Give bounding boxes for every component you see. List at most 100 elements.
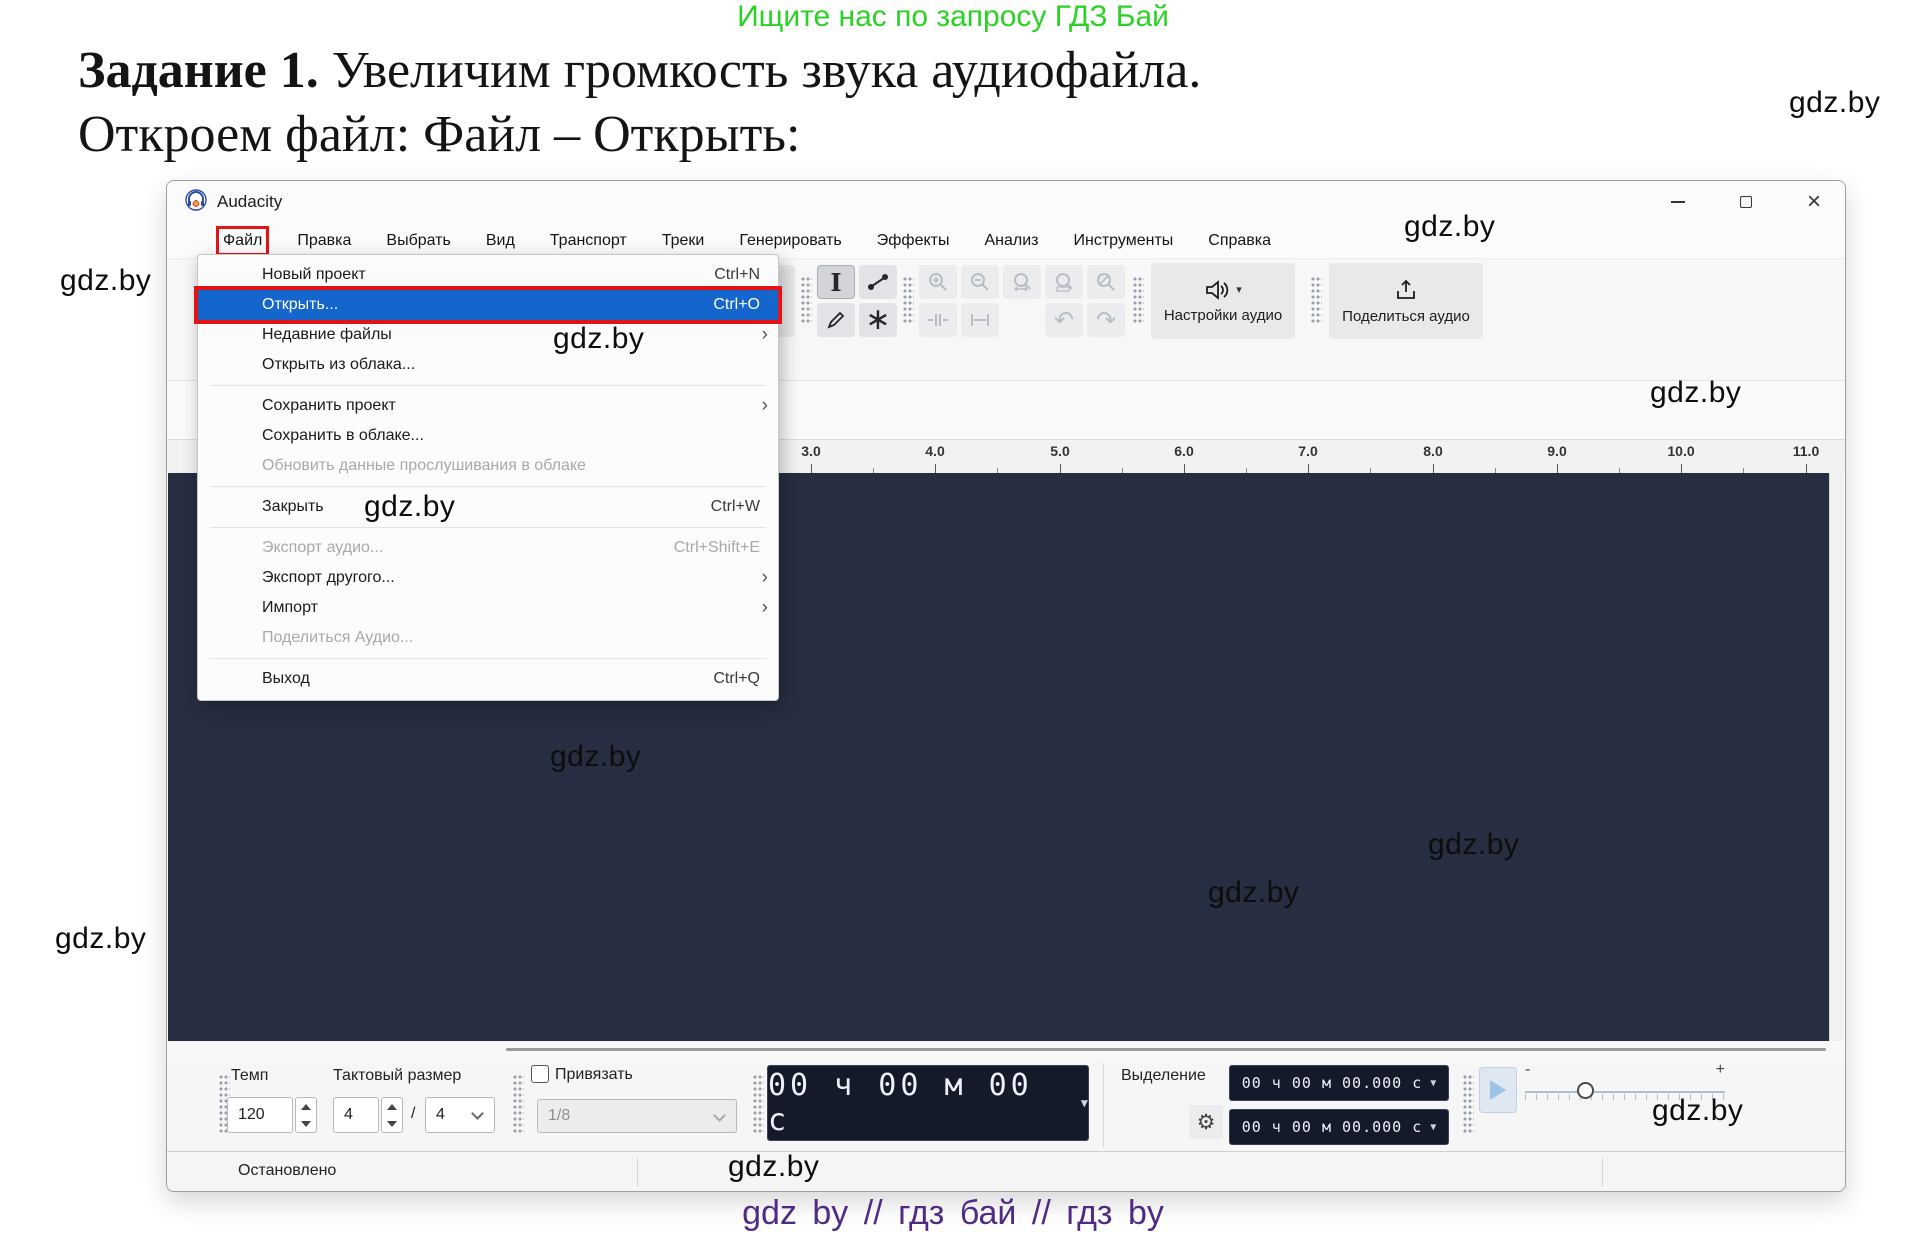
watermark-gdzby: gdz.by [1428, 828, 1519, 862]
menu-file[interactable]: Файл [219, 229, 266, 253]
dropdown-icon: ▼ [1430, 1122, 1436, 1133]
time-display[interactable]: 00 ч 00 м 00 с ▼ [767, 1065, 1089, 1141]
menu-item-new-project[interactable]: Новый проектCtrl+N [198, 260, 778, 290]
toolbar-grip[interactable] [1133, 277, 1144, 325]
menu-item-save-to-cloud[interactable]: Сохранить в облаке... [198, 421, 778, 451]
minimize-button[interactable] [1661, 187, 1695, 217]
menu-separator [210, 658, 766, 659]
audio-setup-button[interactable]: ▾ Настройки аудио [1151, 263, 1295, 339]
snap-select[interactable]: 1/8 [537, 1099, 737, 1133]
audacity-logo-icon [185, 189, 207, 216]
time-toolbar: Темп 120 Тактовый размер 4 / 4 Привязать… [167, 1059, 1845, 1151]
close-button[interactable]: × [1797, 187, 1831, 217]
menu-item-open[interactable]: Открыть...Ctrl+O [198, 290, 778, 320]
toolbar-grip[interactable] [1463, 1075, 1474, 1135]
submenu-arrow-icon: › [762, 567, 768, 589]
horizontal-scrollbar[interactable] [168, 1041, 1846, 1059]
zoom-out-icon [969, 271, 991, 293]
menu-select[interactable]: Выбрать [382, 229, 454, 253]
watermark-gdzby: gdz.by [1404, 210, 1495, 244]
chevron-down-icon [713, 1109, 726, 1122]
minimize-icon [1671, 201, 1685, 203]
ruler-tick [1060, 464, 1061, 473]
task-text: Увеличим громкость звука аудиофайла. [319, 42, 1202, 99]
menu-item-close[interactable]: ЗакрытьCtrl+W [198, 492, 778, 522]
menu-tools[interactable]: Инструменты [1070, 229, 1178, 253]
redo-icon: ↷ [1096, 306, 1116, 335]
menu-generate[interactable]: Генерировать [735, 229, 845, 253]
watermark-gdzby: gdz.by [1208, 876, 1299, 910]
menu-item-exit[interactable]: ВыходCtrl+Q [198, 664, 778, 694]
share-audio-button[interactable]: Поделиться аудио [1329, 263, 1483, 339]
chevron-down-icon: ▾ [1236, 283, 1242, 296]
zoom-toggle-button[interactable] [1087, 265, 1125, 299]
menu-item-save-project[interactable]: Сохранить проект› [198, 391, 778, 421]
silence-audio-button[interactable] [961, 303, 999, 337]
watermark-gdzby: gdz.by [728, 1150, 819, 1184]
toolbar-grip[interactable] [903, 277, 914, 325]
ruler-label: 3.0 [801, 443, 820, 459]
multi-tool-button[interactable]: ∗ [859, 303, 897, 337]
selection-tool-button[interactable]: I [817, 265, 855, 299]
watermark-gdzby: gdz.by [553, 322, 644, 356]
selection-end-field[interactable]: 00 ч 00 м 00.000 с ▼ [1229, 1109, 1449, 1145]
menu-effects[interactable]: Эффекты [873, 229, 954, 253]
ruler-tick [1681, 464, 1682, 473]
menu-analyze[interactable]: Анализ [980, 229, 1042, 253]
time-signature-upper-input[interactable]: 4 [333, 1097, 379, 1133]
ruler-tick [1433, 464, 1434, 473]
fit-selection-button[interactable] [1003, 265, 1041, 299]
time-signature-stepper[interactable] [381, 1097, 403, 1133]
draw-tool-button[interactable] [817, 303, 855, 337]
menu-item-export-other[interactable]: Экспорт другого...› [198, 563, 778, 593]
selection-start-field[interactable]: 00 ч 00 м 00.000 с ▼ [1229, 1065, 1449, 1101]
share-upload-icon [1394, 278, 1418, 302]
ruler-tick [811, 464, 812, 473]
watermark-gdzby: gdz.by [364, 490, 455, 524]
snap-checkbox[interactable] [531, 1065, 549, 1083]
menu-help[interactable]: Справка [1204, 229, 1275, 253]
selection-settings-button[interactable]: ⚙ [1189, 1105, 1223, 1139]
menu-item-import[interactable]: Импорт› [198, 593, 778, 623]
redo-button[interactable]: ↷ [1087, 303, 1125, 337]
zoom-in-button[interactable] [919, 265, 957, 299]
fit-project-button[interactable] [1045, 265, 1083, 299]
share-audio-label: Поделиться аудио [1342, 308, 1470, 325]
toolbar-grip[interactable] [513, 1075, 524, 1135]
menu-view[interactable]: Вид [482, 229, 519, 253]
speaker-icon [1204, 279, 1230, 301]
trim-audio-button[interactable] [919, 303, 957, 337]
zoom-out-button[interactable] [961, 265, 999, 299]
ruler-label: 5.0 [1050, 443, 1069, 459]
envelope-tool-button[interactable] [859, 265, 897, 299]
scrollbar-thumb[interactable] [506, 1048, 1826, 1051]
play-icon [1490, 1080, 1506, 1100]
play-at-speed-button[interactable] [1479, 1067, 1517, 1113]
slider-track[interactable] [1525, 1091, 1725, 1093]
menu-edit[interactable]: Правка [293, 229, 355, 253]
undo-button[interactable]: ↶ [1045, 303, 1083, 337]
trim-audio-icon [926, 311, 950, 329]
watermark-gdzby: gdz.by [60, 264, 151, 298]
menu-item-recent-files[interactable]: Недавние файлы› [198, 320, 778, 350]
tempo-input[interactable]: 120 [227, 1097, 293, 1133]
slider-knob[interactable] [1577, 1082, 1594, 1099]
ruler-tick [1184, 464, 1185, 473]
task-heading: Задание 1. Увеличим громкость звука ауди… [78, 40, 1201, 166]
time-signature-lower-select[interactable]: 4 [425, 1097, 495, 1133]
title-bar[interactable]: Audacity × [167, 181, 1845, 223]
menu-item-share-audio: Поделиться Аудио... [198, 623, 778, 653]
menu-tracks[interactable]: Треки [658, 229, 709, 253]
toolbar-grip[interactable] [1311, 277, 1322, 325]
tempo-stepper[interactable] [295, 1097, 317, 1133]
vertical-scrollbar[interactable] [1829, 473, 1844, 1041]
asterisk-icon: ∗ [865, 310, 890, 330]
maximize-button[interactable] [1729, 187, 1763, 217]
toolbar-grip[interactable] [801, 277, 812, 325]
menu-item-open-from-cloud[interactable]: Открыть из облака... [198, 350, 778, 380]
menu-transport[interactable]: Транспорт [546, 229, 631, 253]
toolbar-grip[interactable] [753, 1075, 764, 1135]
submenu-arrow-icon: › [762, 324, 768, 346]
submenu-arrow-icon: › [762, 597, 768, 619]
close-icon: × [1807, 190, 1821, 214]
